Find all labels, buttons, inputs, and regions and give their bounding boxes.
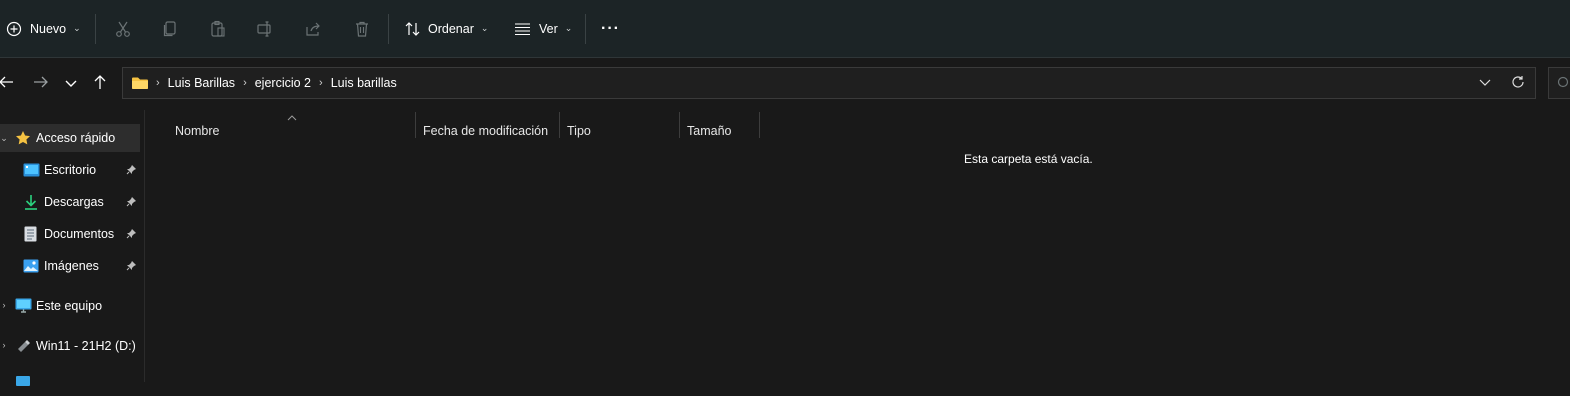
breadcrumb-item[interactable]: ejercicio 2: [255, 76, 311, 90]
column-separator[interactable]: [415, 112, 416, 138]
navigation-pane: ⌄ Acceso rápido Escritorio Descargas Doc…: [0, 110, 144, 386]
column-header-size[interactable]: Tamaño: [687, 124, 731, 138]
star-icon: [15, 130, 31, 149]
chevron-right-icon[interactable]: ›: [0, 340, 8, 350]
sort-icon: [404, 21, 422, 37]
toolbar-separator: [388, 14, 389, 44]
address-dropdown-button[interactable]: [1479, 76, 1491, 90]
copy-button[interactable]: [161, 0, 179, 57]
toolbar-separator: [585, 14, 586, 44]
folder-icon: [131, 76, 149, 90]
new-button-label: Nuevo: [30, 21, 67, 36]
arrow-up-icon: [93, 74, 107, 95]
chevron-down-icon: [1479, 79, 1491, 86]
column-header-date-modified[interactable]: Fecha de modificación: [423, 124, 548, 138]
chevron-right-icon[interactable]: ›: [243, 77, 247, 89]
sidebar-item-label: Imágenes: [44, 259, 99, 273]
trash-icon: [353, 20, 371, 38]
file-list[interactable]: [145, 110, 1570, 382]
forward-button[interactable]: [29, 70, 53, 98]
paste-button[interactable]: [209, 0, 227, 57]
sort-ascending-indicator-icon: [287, 108, 297, 126]
rename-button[interactable]: [256, 0, 274, 57]
back-button[interactable]: [0, 70, 18, 98]
chevron-down-icon: ⌄: [564, 23, 573, 33]
delete-button[interactable]: [353, 0, 371, 57]
pin-icon[interactable]: [126, 196, 137, 210]
sidebar-item-documents[interactable]: Documentos: [0, 220, 140, 248]
sidebar-item-desktop[interactable]: Escritorio: [0, 156, 140, 184]
sidebar-item-quick-access[interactable]: ⌄ Acceso rápido: [0, 124, 140, 152]
column-header-type[interactable]: Tipo: [567, 124, 591, 138]
download-icon: [24, 194, 38, 213]
network-icon: [15, 375, 31, 392]
column-separator[interactable]: [759, 112, 760, 138]
command-bar: Nuevo ⌄ Ordenar ⌄ Ver ⌄ ···: [0, 0, 1570, 58]
scissors-icon: [114, 20, 132, 38]
chevron-down-icon: [65, 75, 77, 93]
chevron-down-icon: ⌄: [73, 23, 81, 33]
column-separator[interactable]: [559, 112, 560, 138]
rename-icon: [256, 20, 274, 38]
more-icon: ···: [601, 19, 620, 37]
chevron-down-icon[interactable]: ⌄: [0, 133, 8, 144]
sort-button-label: Ordenar: [428, 21, 474, 36]
desktop-folder-icon: [23, 163, 40, 180]
view-button[interactable]: Ver ⌄: [514, 0, 572, 57]
new-button[interactable]: Nuevo ⌄: [6, 0, 81, 57]
breadcrumb-item[interactable]: Luis Barillas: [168, 76, 235, 90]
sidebar-item-label: Acceso rápido: [36, 131, 116, 145]
sidebar-item-label: Escritorio: [44, 163, 97, 177]
monitor-icon: [15, 298, 32, 317]
sort-button[interactable]: Ordenar ⌄: [404, 0, 488, 57]
up-button[interactable]: [88, 70, 112, 98]
sidebar-item-pictures[interactable]: Imágenes: [0, 252, 140, 280]
toolbar-separator: [95, 14, 96, 44]
arrow-left-icon: [0, 75, 14, 94]
column-separator[interactable]: [679, 112, 680, 138]
empty-folder-message: Esta carpeta está vacía.: [964, 152, 1093, 166]
sidebar-item-drive-d[interactable]: › Win11 - 21H2 (D:): [0, 332, 140, 360]
pin-icon[interactable]: [126, 228, 137, 242]
cut-button[interactable]: [114, 0, 132, 57]
share-icon: [304, 20, 322, 38]
usb-drive-icon: [16, 339, 31, 356]
refresh-icon: [1512, 76, 1524, 88]
sidebar-item-label: Win11 - 21H2 (D:): [36, 339, 136, 353]
list-view-icon: [514, 22, 531, 36]
sidebar-item-downloads[interactable]: Descargas: [0, 188, 140, 216]
pin-icon[interactable]: [126, 164, 137, 178]
chevron-right-icon: ›: [156, 77, 160, 89]
sidebar-item-label: Este equipo: [36, 299, 103, 313]
pictures-icon: [23, 259, 39, 276]
arrow-right-icon: [33, 75, 49, 94]
refresh-button[interactable]: [1511, 75, 1525, 92]
search-input[interactable]: [1548, 67, 1570, 99]
share-button[interactable]: [304, 0, 322, 57]
breadcrumb-item[interactable]: Luis barillas: [331, 76, 397, 90]
chevron-right-icon[interactable]: ›: [0, 300, 8, 310]
search-icon: [1555, 76, 1569, 95]
column-header-name[interactable]: Nombre: [175, 124, 219, 138]
document-icon: [24, 226, 37, 245]
clipboard-icon: [209, 20, 227, 38]
copy-icon: [161, 20, 179, 38]
view-button-label: Ver: [539, 21, 558, 36]
chevron-right-icon[interactable]: ›: [319, 77, 323, 89]
pin-icon[interactable]: [126, 260, 137, 274]
more-options-button[interactable]: ···: [601, 0, 620, 57]
sidebar-item-this-pc[interactable]: › Este equipo: [0, 292, 140, 320]
sidebar-item-label: Documentos: [44, 227, 115, 241]
sidebar-item-partial[interactable]: [0, 368, 140, 396]
sidebar-item-label: Descargas: [44, 195, 104, 209]
recent-locations-button[interactable]: [59, 70, 83, 98]
address-bar[interactable]: › Luis Barillas › ejercicio 2 › Luis bar…: [122, 67, 1536, 99]
plus-circle-icon: [6, 21, 22, 37]
chevron-down-icon: ⌄: [480, 23, 489, 33]
